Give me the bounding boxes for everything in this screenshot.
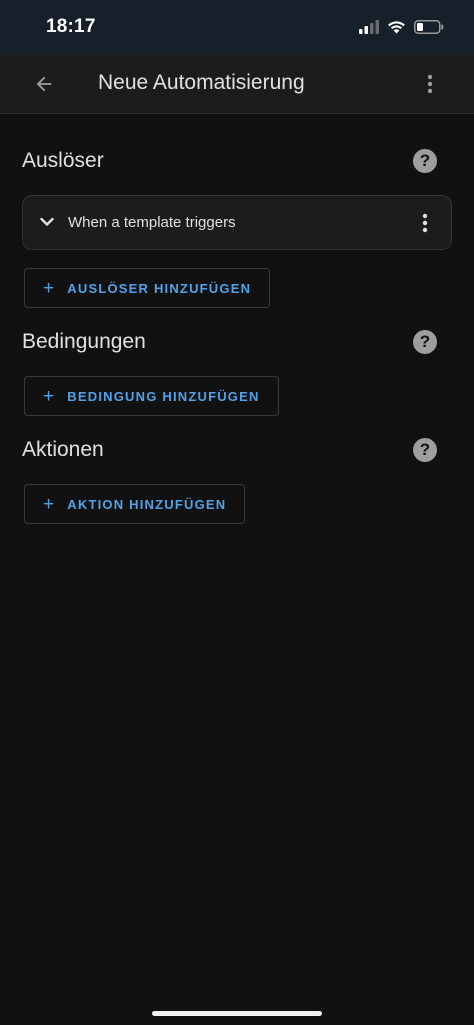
back-button[interactable]	[30, 70, 58, 98]
status-time: 18:17	[46, 16, 96, 37]
home-indicator	[152, 1011, 322, 1016]
trigger-label: When a template triggers	[68, 214, 236, 231]
add-trigger-button[interactable]: + AUSLÖSER HINZUFÜGEN	[24, 268, 271, 308]
page-title: Neue Automatisierung	[98, 71, 305, 94]
plus-icon: +	[43, 385, 56, 407]
plus-icon: +	[43, 493, 56, 515]
dots-vertical-icon	[427, 74, 433, 94]
cellular-signal-icon	[359, 20, 379, 34]
add-trigger-label: AUSLÖSER HINZUFÜGEN	[67, 280, 252, 296]
plus-icon: +	[43, 277, 56, 299]
section-title-actions: Aktionen	[22, 438, 104, 461]
overflow-menu-button[interactable]	[418, 71, 442, 97]
chevron-down-icon	[40, 217, 54, 226]
dots-vertical-icon	[422, 213, 428, 233]
add-action-button[interactable]: + AKTION HINZUFÜGEN	[24, 484, 246, 524]
trigger-menu-button[interactable]	[415, 210, 435, 236]
trigger-card[interactable]: When a template triggers	[22, 195, 452, 250]
arrow-left-icon	[36, 76, 52, 92]
help-icon[interactable]: ?	[413, 149, 437, 173]
add-condition-button[interactable]: + BEDINGUNG HINZUFÜGEN	[24, 376, 279, 416]
status-bar: 18:17	[0, 0, 474, 54]
help-icon[interactable]: ?	[413, 330, 437, 354]
battery-icon	[414, 20, 444, 34]
section-title-conditions: Bedingungen	[22, 330, 146, 353]
section-title-triggers: Auslöser	[22, 149, 104, 172]
expand-button[interactable]	[37, 212, 57, 232]
add-action-label: AKTION HINZUFÜGEN	[67, 496, 227, 512]
help-icon[interactable]: ?	[413, 438, 437, 462]
wifi-icon	[388, 21, 405, 34]
add-condition-label: BEDINGUNG HINZUFÜGEN	[67, 388, 260, 404]
status-icons	[359, 17, 444, 37]
app-bar: Neue Automatisierung	[0, 54, 474, 114]
